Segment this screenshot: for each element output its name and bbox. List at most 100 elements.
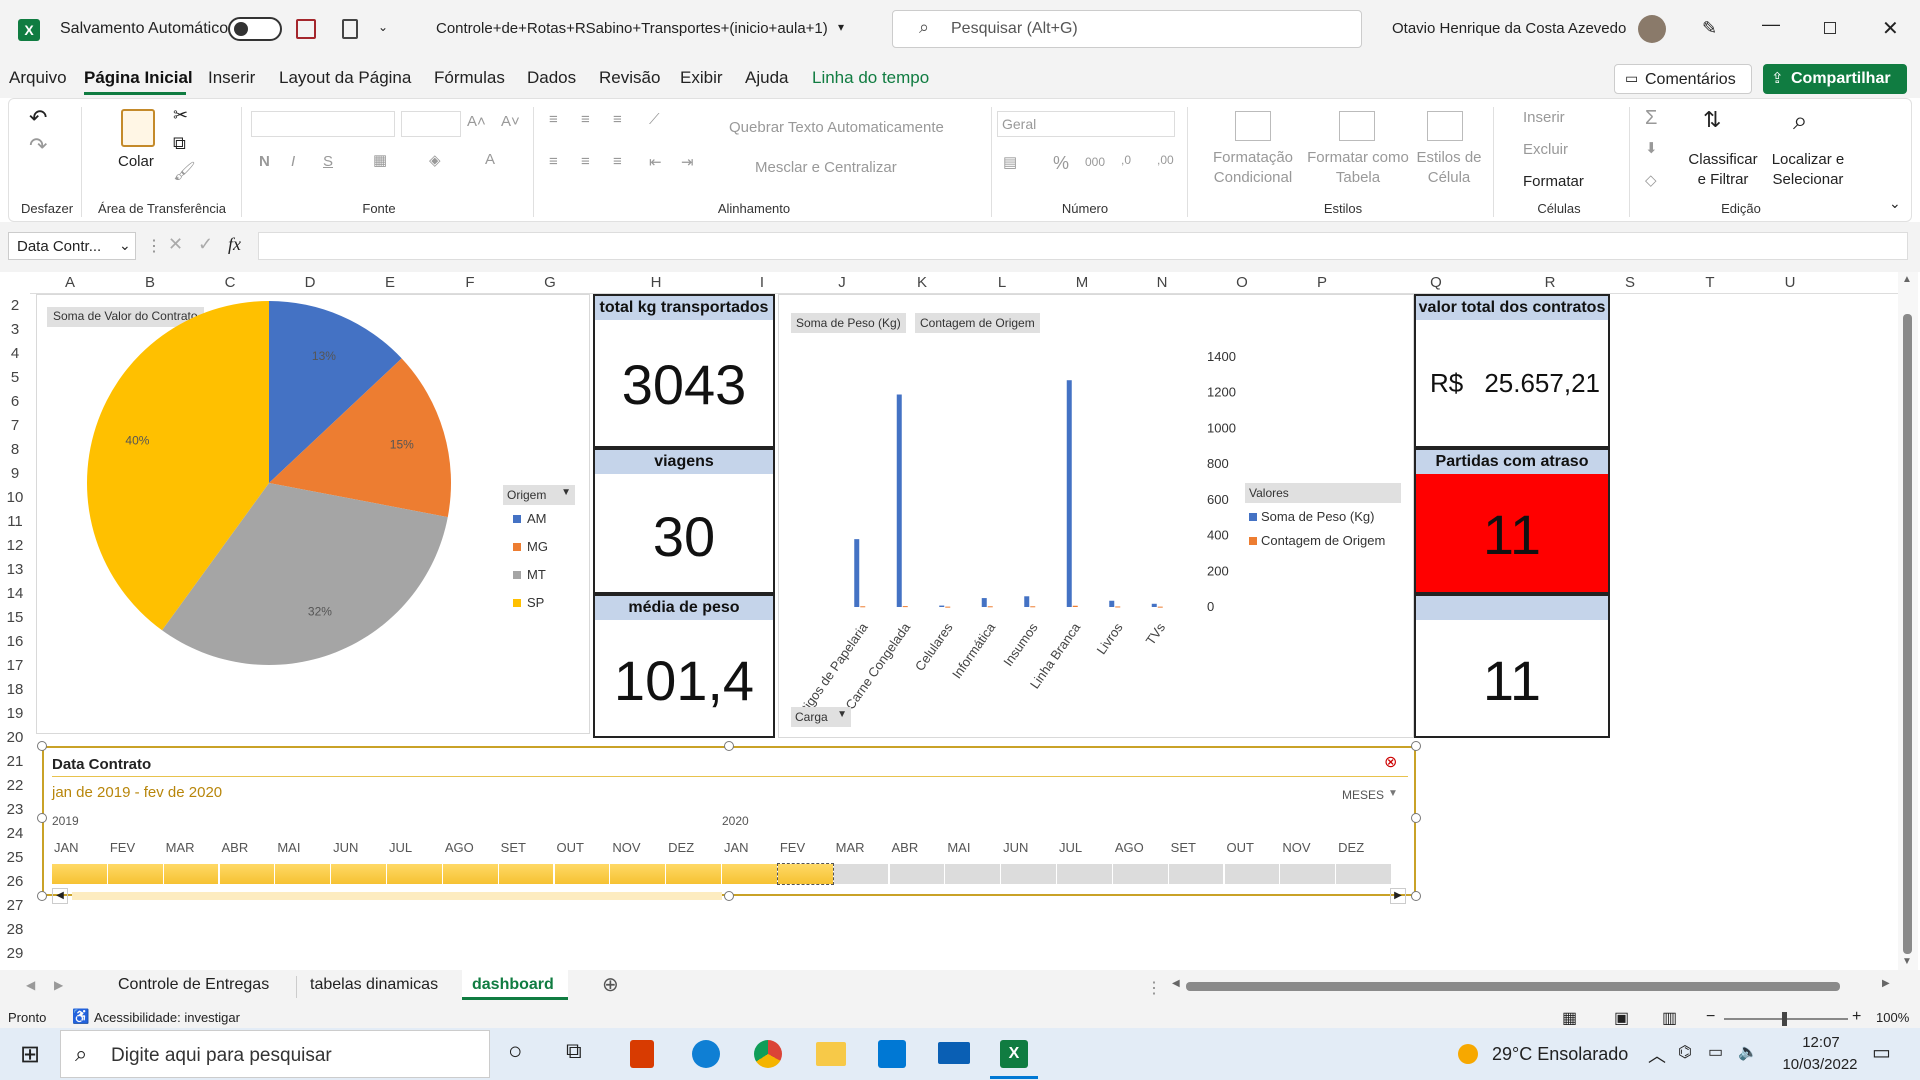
clipboard-icon[interactable] [342,19,358,39]
row-header[interactable]: 15 [0,606,30,630]
tab-inserir[interactable]: Inserir [208,68,255,88]
align-top-icon[interactable]: ≡ [549,111,558,128]
thousands-icon[interactable]: 000 [1085,155,1105,169]
timeline-month-cell[interactable] [610,864,666,884]
clear-filter-icon[interactable]: ⊗ [1384,752,1397,772]
resize-handle[interactable] [1411,741,1421,751]
bar-peso[interactable] [1151,603,1157,607]
timeline-bar[interactable] [52,863,1392,885]
column-header[interactable]: S [1590,272,1670,294]
timeline-month-cell[interactable] [1280,864,1336,884]
zoom-slider[interactable] [1724,1012,1848,1026]
tray-chevron-icon[interactable]: ︿ [1648,1042,1666,1068]
tab-formulas[interactable]: Fórmulas [434,68,505,88]
comments-button[interactable]: ▭ Comentários [1614,64,1752,94]
accessibility-status[interactable]: Acessibilidade: investigar [94,1010,240,1025]
column-header[interactable]: J [802,272,882,294]
clock-time[interactable]: 12:07 [1786,1034,1856,1051]
cond-format-label[interactable]: Formatação [1205,149,1301,166]
font-name-dropdown[interactable] [251,111,395,137]
minimize-icon[interactable]: — [1762,14,1780,35]
merge-center-button[interactable]: Mesclar e Centralizar [755,159,897,176]
tab-dados[interactable]: Dados [527,68,576,88]
row-header[interactable]: 12 [0,534,30,558]
row-header[interactable]: 7 [0,414,30,438]
row-header[interactable]: 18 [0,678,30,702]
column-header[interactable]: I [722,272,802,294]
row-header[interactable]: 14 [0,582,30,606]
chevron-down-icon[interactable]: ▼ [1388,788,1398,799]
timeline-level[interactable]: MESES [1342,788,1384,802]
scroll-down-icon[interactable]: ▼ [1902,956,1912,967]
row-header[interactable]: 4 [0,342,30,366]
vertical-scrollbar[interactable]: ▲ ▼ [1898,272,1918,970]
find-icon[interactable]: ⌕ [1793,105,1808,137]
font-color-icon[interactable]: A [485,151,495,168]
timeline-month-cell[interactable] [163,864,219,884]
timeline-month-cell[interactable] [833,864,889,884]
timeline-month-cell[interactable] [1224,864,1280,884]
column-header[interactable]: N [1122,272,1202,294]
redo-icon[interactable]: ↷ [29,133,47,159]
row-header[interactable]: 2 [0,294,30,318]
column-header[interactable]: E [350,272,430,294]
format-table-icon[interactable] [1339,111,1375,141]
bar-peso[interactable] [1109,600,1115,607]
volume-icon[interactable]: 🔈 [1738,1042,1758,1062]
customize-qat-icon[interactable]: ⌄ [378,20,388,34]
sheet-tab-tabelas[interactable]: tabelas dinamicas [310,976,438,994]
row-header[interactable]: 6 [0,390,30,414]
bar-peso[interactable] [981,598,987,607]
clear-icon[interactable]: ◇ [1645,171,1657,189]
cell-styles-icon[interactable] [1427,111,1463,141]
column-header[interactable]: Q [1362,272,1510,294]
orientation-icon[interactable]: ⟋ [649,111,660,128]
format-painter-icon[interactable]: 🖌 [173,161,196,182]
close-icon[interactable]: ✕ [1882,16,1899,41]
timeline-month-cell[interactable] [442,864,498,884]
column-header[interactable]: M [1042,272,1122,294]
insert-cells-button[interactable]: Inserir [1523,109,1565,126]
sheet-tab-controle[interactable]: Controle de Entregas [118,976,269,994]
row-header[interactable]: 24 [0,822,30,846]
formula-input[interactable] [258,232,1908,260]
windows-start-icon[interactable]: ⊞ [20,1040,40,1069]
timeline-month-cell[interactable] [722,864,777,884]
find-select-label2[interactable]: Selecionar [1761,171,1855,188]
cortana-icon[interactable]: ○ [508,1038,523,1066]
column-header[interactable]: U [1750,272,1830,294]
decrease-decimal-icon[interactable]: ,00 [1157,153,1174,167]
row-header[interactable]: 5 [0,366,30,390]
name-box[interactable]: Data Contr... ⌄ [8,232,136,260]
column-header[interactable]: L [962,272,1042,294]
resize-handle[interactable] [37,891,47,901]
scroll-left-icon[interactable]: ◀ [1172,978,1180,989]
chevron-down-icon[interactable]: ▾ [838,20,844,34]
column-header[interactable]: P [1282,272,1362,294]
worksheet[interactable]: ABCDEFGHIJKLMNOPQRSTU 2 3 4 5 6 7 8 9 10 11 12 13 14… [0,272,1920,970]
percent-icon[interactable]: % [1053,153,1069,174]
undo-icon[interactable]: ↶ [29,105,47,131]
row-header[interactable]: 11 [0,510,30,534]
collapse-ribbon-icon[interactable]: ⌄ [1889,195,1901,212]
timeline-month-cell[interactable] [387,864,442,884]
share-button[interactable]: ⇪ Compartilhar [1763,64,1907,94]
next-sheet-icon[interactable]: ▶ [54,978,63,992]
weather-icon[interactable] [1458,1044,1478,1064]
timeline-month-cell[interactable] [666,864,721,884]
zoom-slider-thumb[interactable] [1782,1012,1787,1026]
timeline-month-cell[interactable] [1168,864,1224,884]
row-header[interactable]: 17 [0,654,30,678]
resize-handle[interactable] [37,813,47,823]
pie-chart-area[interactable]: Soma de Valor do Contrato 13% 15% 32% 40% O… [36,294,590,734]
row-header[interactable]: 25 [0,846,30,870]
resize-handle[interactable] [724,741,734,751]
notifications-icon[interactable]: ▭ [1872,1040,1891,1065]
row-header[interactable]: 3 [0,318,30,342]
row-header[interactable]: 29 [0,942,30,966]
wrap-text-button[interactable]: Quebrar Texto Automaticamente [729,119,944,136]
timeline-month-cell[interactable] [275,864,331,884]
column-header[interactable]: C [190,272,270,294]
pen-icon[interactable]: ✎ [1702,18,1717,39]
timeline-month-cell[interactable] [1336,864,1391,884]
